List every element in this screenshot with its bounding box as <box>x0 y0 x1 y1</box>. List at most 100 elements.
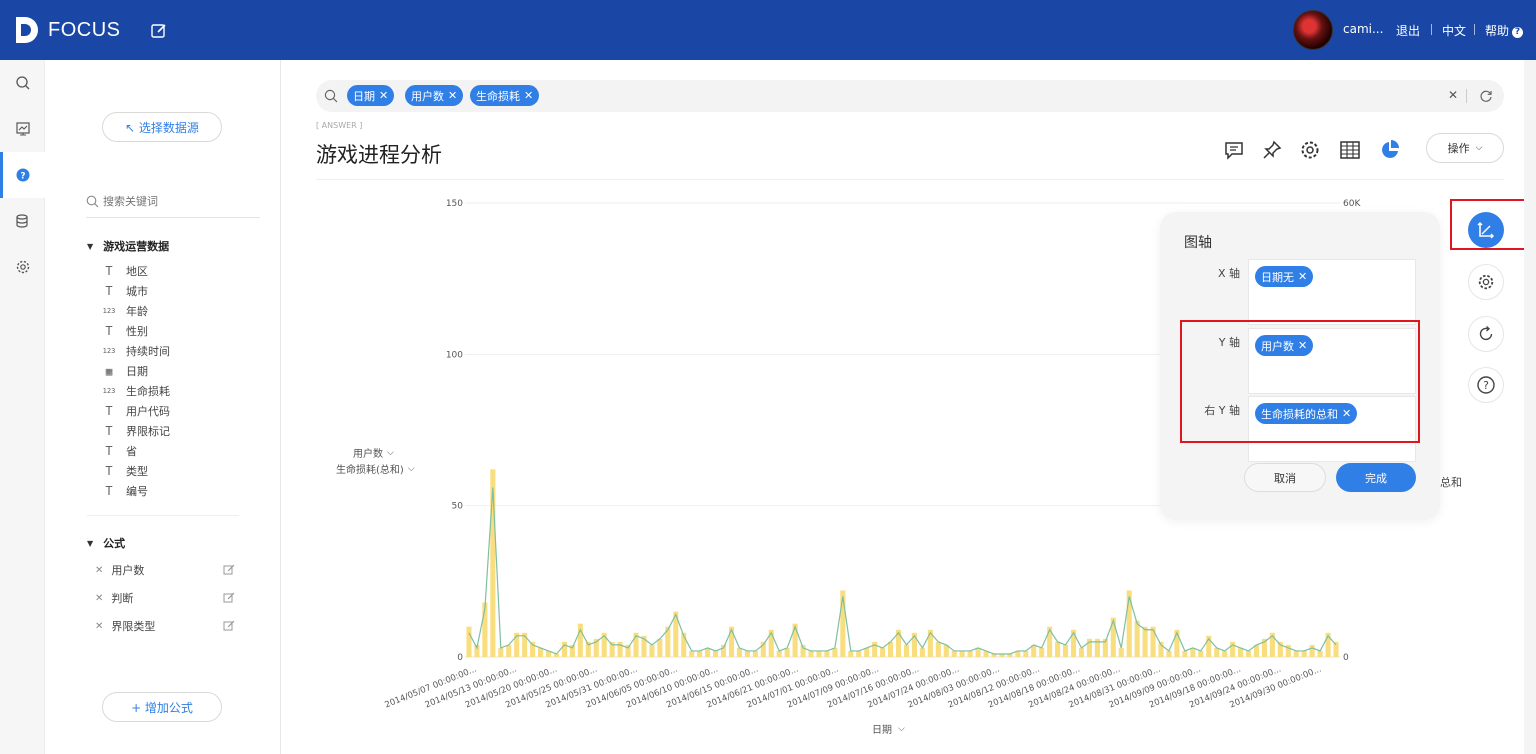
chart-bar[interactable] <box>728 626 735 657</box>
chart-bar[interactable] <box>1238 647 1244 657</box>
chart-bar[interactable] <box>1309 644 1315 657</box>
chart-bar[interactable] <box>617 641 623 657</box>
help-button[interactable]: ? <box>1468 367 1504 403</box>
field-item[interactable]: T 用户代码 <box>102 401 170 421</box>
field-item[interactable]: T 性别 <box>102 321 148 341</box>
chart-bar[interactable] <box>959 650 965 657</box>
rail-question[interactable]: ? <box>0 152 45 198</box>
chart-bar[interactable] <box>713 650 719 657</box>
chart-bar[interactable] <box>561 641 567 657</box>
axis-config-button[interactable] <box>1468 212 1504 248</box>
user-name[interactable]: cami... <box>1343 22 1383 36</box>
chart-bar[interactable] <box>1245 650 1252 657</box>
chart-bar[interactable] <box>752 650 758 657</box>
chart-bar[interactable] <box>1230 641 1236 657</box>
chart-bar[interactable] <box>1293 650 1299 657</box>
chart-bar[interactable] <box>975 647 981 657</box>
chart-bar[interactable] <box>1150 626 1156 657</box>
x-axis-label[interactable]: 日期 ⌵ <box>872 721 905 737</box>
edit-icon[interactable] <box>150 22 168 40</box>
language-link[interactable]: 中文 <box>1442 22 1466 39</box>
select-source-button[interactable]: ↖ 选择数据源 <box>102 112 222 142</box>
rail-board[interactable] <box>0 106 45 152</box>
x-axis-dropzone[interactable]: 日期无 ✕ <box>1248 259 1416 325</box>
chart-bar[interactable] <box>808 650 814 657</box>
close-icon[interactable]: ✕ <box>1298 270 1307 283</box>
chart-bar[interactable] <box>1078 647 1085 657</box>
y-axis-label-loss[interactable]: 生命损耗(总和) ⌵ <box>336 461 415 477</box>
field-item[interactable]: T 类型 <box>102 461 148 481</box>
chart-bar[interactable] <box>1190 647 1196 657</box>
remove-icon[interactable]: ✕ <box>95 565 103 576</box>
rail-settings[interactable] <box>0 244 45 290</box>
chart-bar[interactable] <box>1063 644 1069 657</box>
help-link[interactable]: 帮助? <box>1485 22 1524 39</box>
formula-item[interactable]: ✕ 判断 <box>95 588 235 608</box>
chart-bar[interactable] <box>1142 626 1148 657</box>
chart-bar[interactable] <box>816 650 822 657</box>
chart-bar[interactable] <box>967 650 973 657</box>
cancel-button[interactable]: 取消 <box>1244 463 1326 492</box>
chart-bar[interactable] <box>888 641 894 657</box>
remove-icon[interactable]: ✕ <box>95 593 103 604</box>
scrollbar[interactable] <box>1524 60 1536 754</box>
search-input[interactable] <box>103 195 243 208</box>
field-item[interactable]: 123 年龄 <box>102 301 148 321</box>
x-axis-tag[interactable]: 日期无 ✕ <box>1255 266 1314 287</box>
chart-bar[interactable] <box>705 647 711 657</box>
chart-bar[interactable] <box>1166 650 1172 657</box>
chart-bar[interactable] <box>736 647 742 657</box>
table-button[interactable] <box>1338 138 1362 162</box>
chart-bar[interactable] <box>792 623 798 657</box>
chart-bar[interactable] <box>1039 647 1045 657</box>
chart-bar[interactable] <box>935 641 941 657</box>
chart-bar[interactable] <box>880 647 886 657</box>
chart-bar[interactable] <box>864 647 870 657</box>
field-item[interactable]: ▦ 日期 <box>102 361 148 381</box>
chart-bar[interactable] <box>697 650 703 657</box>
chart-bar[interactable] <box>1134 620 1140 657</box>
chart-bar[interactable] <box>498 647 504 657</box>
chart-bar[interactable] <box>872 641 878 657</box>
add-formula-button[interactable]: + 增加公式 <box>102 692 222 722</box>
avatar[interactable] <box>1293 10 1333 50</box>
close-icon[interactable]: ✕ <box>448 89 457 102</box>
chart-bar[interactable] <box>538 647 544 657</box>
field-item[interactable]: 123 持续时间 <box>102 341 170 361</box>
focus-logo[interactable]: FOCUS <box>14 14 121 46</box>
remove-icon[interactable]: ✕ <box>95 621 103 632</box>
chart-bar[interactable] <box>1023 650 1029 657</box>
chart-type-button[interactable] <box>1378 138 1402 162</box>
edit-icon[interactable] <box>223 620 235 632</box>
group-header[interactable]: ▼ 游戏运营数据 <box>87 238 169 254</box>
chart-bar[interactable] <box>1214 647 1220 657</box>
settings-button[interactable] <box>1298 138 1322 162</box>
field-item[interactable]: T 城市 <box>102 281 148 301</box>
chart-bar[interactable] <box>1126 590 1132 657</box>
chart-bar[interactable] <box>1198 650 1204 657</box>
chart-bar[interactable] <box>776 650 782 657</box>
close-icon[interactable]: ✕ <box>379 89 388 102</box>
chart-bar[interactable] <box>784 647 790 657</box>
chart-bar[interactable] <box>649 644 655 657</box>
query-tag[interactable]: 日期 ✕ <box>347 85 395 106</box>
chart-bar[interactable] <box>824 650 830 657</box>
chart-bar[interactable] <box>1055 641 1061 657</box>
y-axis-label-users[interactable]: 用户数 ⌵ <box>353 445 394 461</box>
rail-search[interactable] <box>0 60 45 106</box>
query-tag[interactable]: 用户数 ✕ <box>405 85 464 106</box>
chart-bar[interactable] <box>832 647 838 657</box>
chart-bar[interactable] <box>848 650 854 657</box>
comment-button[interactable] <box>1222 138 1246 162</box>
chart-bar[interactable] <box>689 650 695 657</box>
chart-bar[interactable] <box>951 650 957 657</box>
chart-bar[interactable] <box>1317 650 1323 657</box>
chart-settings-button[interactable] <box>1468 264 1504 300</box>
operation-button[interactable]: 操作 ⌵ <box>1426 133 1504 163</box>
chart-bar[interactable] <box>1301 650 1307 657</box>
field-item[interactable]: 123 生命损耗 <box>102 381 170 401</box>
chart-bar[interactable] <box>919 647 925 657</box>
chart-bar[interactable] <box>1118 647 1124 657</box>
field-item[interactable]: T 编号 <box>102 481 148 501</box>
pin-button[interactable] <box>1260 138 1284 162</box>
